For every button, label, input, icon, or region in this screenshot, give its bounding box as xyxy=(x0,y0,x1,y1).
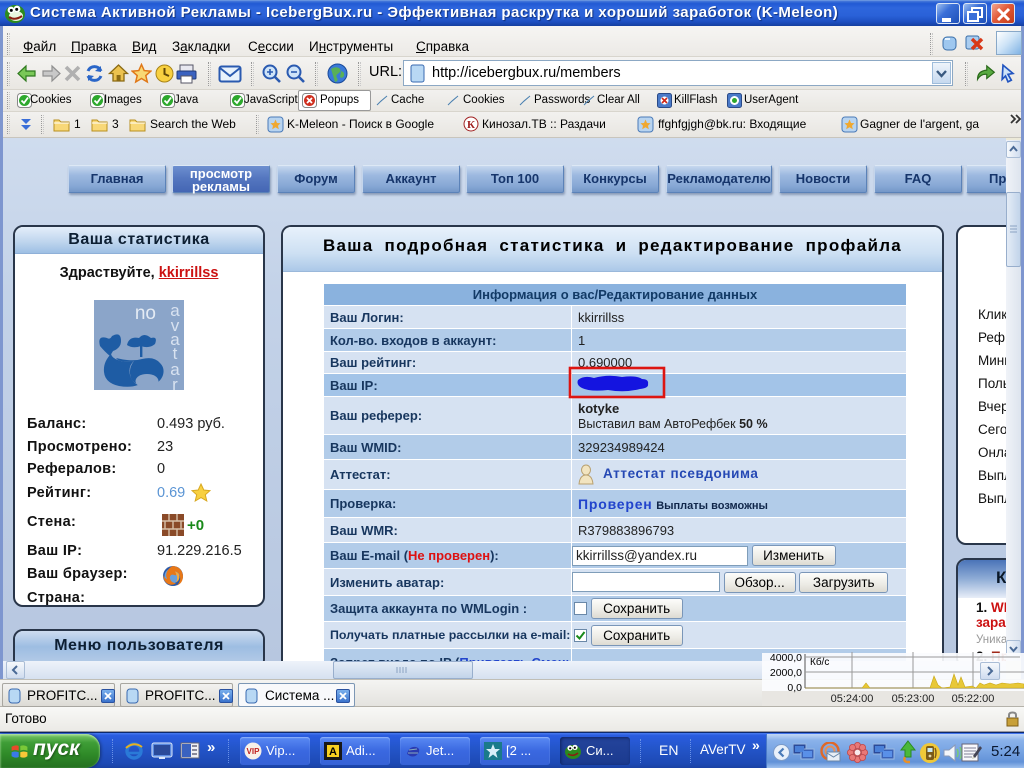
svg-text:2000,0: 2000,0 xyxy=(770,667,802,679)
svg-text:05:22:00: 05:22:00 xyxy=(952,693,995,705)
svg-text:Кб/с: Кб/с xyxy=(810,656,829,668)
svg-text:05:24:00: 05:24:00 xyxy=(831,693,874,705)
svg-text:no: no xyxy=(135,303,156,324)
svg-text:0,0: 0,0 xyxy=(787,682,802,694)
svg-text:r: r xyxy=(172,375,178,390)
svg-text:4000,0: 4000,0 xyxy=(770,652,802,664)
svg-text:05:23:00: 05:23:00 xyxy=(892,693,935,705)
svg-text:VIP: VIP xyxy=(247,747,261,756)
svg-text:К: К xyxy=(467,119,475,131)
svg-text:A: A xyxy=(329,746,337,758)
